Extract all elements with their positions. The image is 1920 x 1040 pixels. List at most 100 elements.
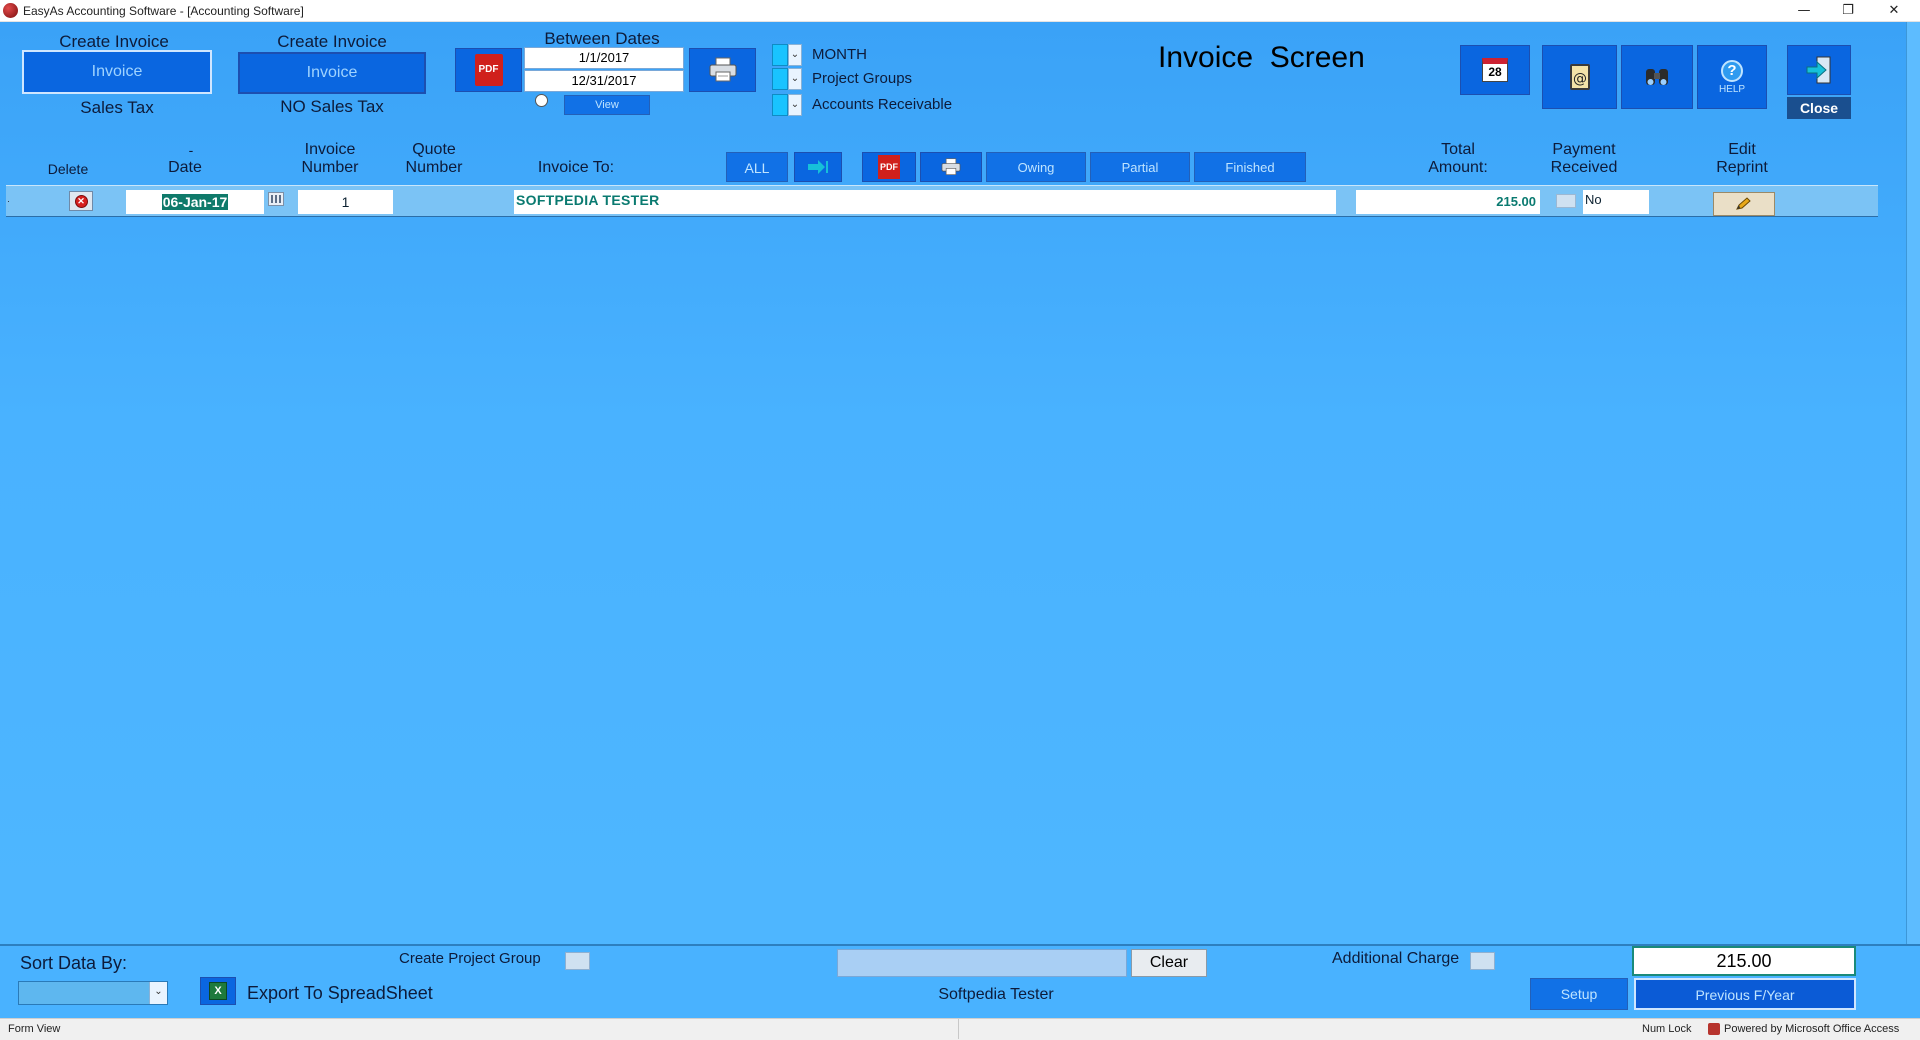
start-date-field[interactable]: 1/1/2017 [524, 47, 684, 69]
goto-row-button[interactable] [794, 152, 842, 182]
close-label[interactable]: Close [1787, 97, 1851, 119]
access-logo-icon [1708, 1023, 1720, 1035]
chevron-down-icon[interactable]: ⌄ [788, 68, 802, 90]
month-filter-combo[interactable]: ⌄ [772, 44, 802, 66]
filter-owing-button[interactable]: Owing [986, 152, 1086, 182]
status-view-mode: Form View [8, 1023, 61, 1035]
num-lock-indicator: Num Lock [1642, 1023, 1692, 1035]
header-edit-reprint-2: Reprint [1716, 159, 1768, 176]
sort-combo[interactable]: ⌄ [18, 981, 168, 1005]
row-payment-received[interactable]: No [1583, 190, 1649, 214]
restore-button[interactable]: ❐ [1826, 0, 1870, 22]
row-date-cell[interactable]: 06-Jan-17 [126, 190, 264, 214]
view-button[interactable]: View [564, 95, 650, 115]
header-delete: Delete [47, 161, 89, 177]
footer-total: 215.00 [1632, 946, 1856, 976]
filter-all-button[interactable]: ALL [726, 152, 788, 182]
exit-door-icon [1806, 56, 1831, 84]
header-total-amount-1: Total [1441, 141, 1475, 158]
pencil-icon [1736, 197, 1751, 210]
row-date-value: 06-Jan-17 [161, 194, 229, 210]
vertical-scrollbar[interactable] [1906, 22, 1920, 1018]
project-groups-combo[interactable]: ⌄ [772, 68, 802, 90]
delete-row-button[interactable]: ✕ [69, 191, 93, 211]
svg-text:@: @ [1573, 71, 1587, 87]
accounts-receivable-label: Accounts Receivable [812, 96, 953, 113]
additional-charge-label: Additional Charge [1332, 950, 1460, 967]
calendar-button[interactable]: 28 [1460, 45, 1530, 95]
binoculars-icon [1646, 69, 1668, 85]
header-total-amount-2: Amount: [1428, 159, 1488, 176]
row-pdf-button[interactable]: PDF [862, 152, 916, 182]
chevron-down-icon[interactable]: ⌄ [149, 982, 167, 1004]
close-window-button[interactable]: ✕ [1872, 0, 1916, 22]
pdf-icon: PDF [474, 54, 503, 86]
status-bar [0, 1018, 1920, 1040]
address-book-button[interactable]: @ [1542, 45, 1617, 109]
filter-finished-button[interactable]: Finished [1194, 152, 1306, 182]
window-title: EasyAs Accounting Software - [Accounting… [23, 4, 304, 18]
help-button[interactable]: ? HELP [1697, 45, 1767, 109]
help-label: HELP [1718, 83, 1746, 95]
end-date-field[interactable]: 12/31/2017 [524, 70, 684, 92]
date-picker-icon[interactable] [268, 192, 284, 206]
powered-by-label: Powered by Microsoft Office Access [1724, 1023, 1900, 1035]
row-print-button[interactable] [920, 152, 982, 182]
help-icon: ? [1721, 59, 1743, 82]
header-edit-reprint-1: Edit [1728, 141, 1756, 158]
invoice-no-sales-tax-button[interactable]: Invoice [238, 52, 426, 94]
header-payment-received-2: Received [1550, 159, 1618, 176]
page-title: Invoice Screen [1158, 41, 1365, 74]
app-logo-icon [3, 3, 18, 18]
row-selector[interactable]: · [7, 196, 10, 206]
previous-fiscal-year-button[interactable]: Previous F/Year [1634, 978, 1856, 1010]
project-groups-label: Project Groups [812, 70, 913, 87]
header-date-sort[interactable]: - [176, 141, 206, 159]
setup-button[interactable]: Setup [1530, 978, 1628, 1010]
invoice-sales-tax-button[interactable]: Invoice [22, 50, 212, 94]
header-invoice-to: Invoice To: [537, 159, 615, 176]
header-date: Date [168, 159, 202, 176]
chevron-down-icon[interactable]: ⌄ [788, 94, 802, 116]
create-invoice-heading: Create Invoice [59, 32, 169, 51]
search-input[interactable] [837, 949, 1127, 977]
create-project-group-label: Create Project Group [399, 950, 541, 967]
row-invoice-number[interactable]: 1 [298, 190, 393, 214]
chevron-down-icon[interactable]: ⌄ [788, 44, 802, 66]
month-filter-label: MONTH [812, 46, 867, 63]
printer-icon-small [941, 158, 961, 175]
delete-icon: ✕ [74, 194, 88, 208]
header-invoice-number-2: Number [301, 159, 359, 176]
printer-icon [709, 57, 736, 82]
sales-tax-label: Sales Tax [80, 98, 154, 117]
header-invoice-number-1: Invoice [304, 141, 356, 158]
create-project-group-checkbox[interactable] [565, 952, 590, 970]
header-quote-number-2: Number [405, 159, 463, 176]
additional-charge-checkbox[interactable] [1470, 952, 1495, 970]
clear-button[interactable]: Clear [1131, 949, 1207, 977]
payment-received-checkbox[interactable] [1556, 194, 1576, 208]
excel-export-button[interactable]: X [200, 977, 236, 1005]
pdf-export-button[interactable]: PDF [455, 48, 522, 92]
accounts-receivable-swatch [772, 94, 788, 116]
date-range-radio[interactable] [535, 94, 548, 107]
print-button[interactable] [689, 48, 756, 92]
close-form-button[interactable] [1787, 45, 1851, 95]
pdf-icon-small: PDF [878, 155, 900, 179]
header-payment-received-1: Payment [1552, 141, 1616, 158]
row-total-amount[interactable]: 215.00 [1356, 190, 1540, 214]
edit-reprint-button[interactable] [1713, 192, 1775, 216]
filter-partial-button[interactable]: Partial [1090, 152, 1190, 182]
excel-icon: X [209, 982, 227, 1000]
sort-label: Sort Data By: [20, 953, 128, 973]
month-filter-swatch [772, 44, 788, 66]
status-divider [958, 1019, 959, 1039]
calendar-icon: 28 [1482, 58, 1508, 82]
project-groups-swatch [772, 68, 788, 90]
minimize-button[interactable]: — [1782, 0, 1826, 22]
search-button[interactable] [1621, 45, 1693, 109]
row-invoice-to[interactable]: SOFTPEDIA TESTER [514, 190, 1336, 214]
arrow-right-icon [808, 160, 828, 174]
accounts-receivable-combo[interactable]: ⌄ [772, 94, 802, 116]
create-invoice-heading-2: Create Invoice [277, 32, 387, 51]
